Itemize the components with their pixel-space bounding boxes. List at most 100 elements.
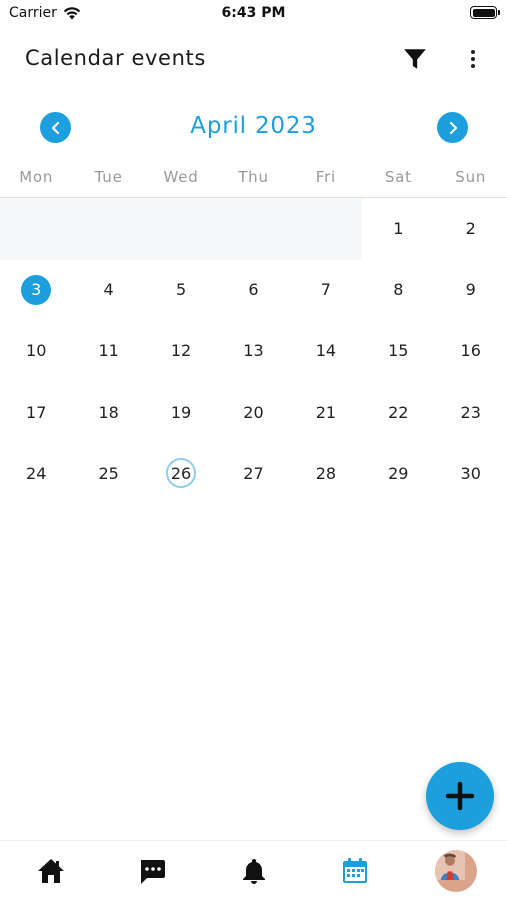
day-number: 5 bbox=[175, 280, 187, 300]
empty-day-cell bbox=[145, 198, 217, 259]
weekday-label: Fri bbox=[315, 168, 337, 186]
day-cell[interactable]: 5 bbox=[145, 259, 217, 320]
weekday-label: Tue bbox=[94, 168, 123, 186]
day-cell[interactable]: 4 bbox=[72, 259, 144, 320]
nav-messages[interactable] bbox=[101, 841, 202, 900]
calendar-grid: 1 2 3 4 5 6 7 8 9 10 11 12 13 14 15 16 17 18 19 20 21 22 23 24 2… bbox=[0, 198, 507, 504]
day-cell[interactable]: 9 bbox=[435, 259, 507, 320]
weekday-label: Mon bbox=[19, 168, 54, 186]
day-cell[interactable]: 6 bbox=[217, 259, 289, 320]
weekday-label: Sat bbox=[384, 168, 412, 186]
day-number: 4 bbox=[103, 280, 114, 300]
day-number: 1 bbox=[393, 219, 404, 239]
month-navigation: April 2023 bbox=[0, 110, 507, 146]
day-cell[interactable]: 21 bbox=[290, 382, 362, 443]
day-cell[interactable]: 13 bbox=[217, 320, 289, 381]
day-cell[interactable]: 24 bbox=[0, 443, 72, 504]
day-number: 22 bbox=[388, 402, 409, 422]
more-options-button[interactable] bbox=[461, 46, 485, 72]
day-number: 16 bbox=[460, 341, 481, 361]
day-number: 27 bbox=[243, 463, 264, 483]
nav-home[interactable] bbox=[0, 841, 101, 900]
app-bar: Calendar events bbox=[0, 38, 507, 82]
day-number: 30 bbox=[460, 463, 481, 483]
day-number: 7 bbox=[320, 280, 331, 300]
day-number: 23 bbox=[460, 402, 481, 422]
day-cell[interactable]: 25 bbox=[72, 443, 144, 504]
battery-icon bbox=[470, 6, 500, 19]
day-cell[interactable]: 26 bbox=[145, 443, 217, 504]
status-bar: Carrier 6:43 PM bbox=[0, 0, 507, 28]
day-number: 3 bbox=[21, 274, 52, 305]
day-cell[interactable]: 3 bbox=[0, 259, 72, 320]
day-cell[interactable]: 10 bbox=[0, 320, 72, 381]
day-cell[interactable]: 27 bbox=[217, 443, 289, 504]
day-cell[interactable]: 12 bbox=[145, 320, 217, 381]
day-number: 11 bbox=[98, 341, 119, 361]
week-row: 12 bbox=[0, 198, 507, 259]
calendar-icon bbox=[342, 857, 367, 883]
day-cell[interactable]: 16 bbox=[435, 320, 507, 381]
plus-icon bbox=[445, 781, 475, 811]
add-event-button[interactable] bbox=[426, 762, 494, 830]
page-title: Calendar events bbox=[25, 46, 206, 70]
day-number: 25 bbox=[98, 463, 119, 483]
day-cell[interactable]: 17 bbox=[0, 382, 72, 443]
day-number: 29 bbox=[388, 463, 409, 483]
day-cell[interactable]: 15 bbox=[362, 320, 434, 381]
empty-day-cell bbox=[72, 198, 144, 259]
day-number: 2 bbox=[465, 219, 476, 239]
day-number: 18 bbox=[98, 402, 119, 422]
empty-day-cell bbox=[290, 198, 362, 259]
weekday-header: Mon Tue Wed Thu Fri Sat Sun bbox=[0, 168, 507, 190]
day-cell[interactable]: 23 bbox=[435, 382, 507, 443]
day-cell[interactable]: 22 bbox=[362, 382, 434, 443]
day-cell[interactable]: 29 bbox=[362, 443, 434, 504]
day-number: 9 bbox=[465, 280, 476, 300]
nav-notifications[interactable] bbox=[203, 841, 304, 900]
day-number: 8 bbox=[393, 280, 404, 300]
day-number: 28 bbox=[315, 463, 337, 483]
day-cell[interactable]: 1 bbox=[362, 198, 434, 259]
nav-calendar[interactable] bbox=[304, 841, 405, 900]
week-row: 3 4 5 6 7 8 9 bbox=[0, 259, 507, 320]
bottom-navigation bbox=[0, 840, 507, 900]
empty-day-cell bbox=[0, 198, 72, 259]
day-number: 6 bbox=[248, 280, 259, 300]
day-number: 19 bbox=[170, 402, 192, 422]
week-row: 10 11 12 13 14 15 16 bbox=[0, 320, 507, 381]
clock: 6:43 PM bbox=[221, 5, 286, 21]
day-cell[interactable]: 20 bbox=[217, 382, 289, 443]
day-cell[interactable]: 2 bbox=[435, 198, 507, 259]
day-number: 24 bbox=[26, 463, 47, 483]
more-vert-icon bbox=[471, 50, 475, 54]
day-cell[interactable]: 18 bbox=[72, 382, 144, 443]
day-cell[interactable]: 28 bbox=[290, 443, 362, 504]
avatar bbox=[435, 849, 478, 892]
day-cell[interactable]: 7 bbox=[290, 259, 362, 320]
day-number: 26 bbox=[166, 458, 197, 489]
day-cell[interactable]: 11 bbox=[72, 320, 144, 381]
day-number: 17 bbox=[26, 402, 47, 422]
day-number: 12 bbox=[170, 341, 192, 361]
next-month-button[interactable] bbox=[437, 112, 468, 143]
week-row: 24 25 26 27 28 29 30 bbox=[0, 443, 507, 504]
day-number: 15 bbox=[388, 341, 409, 361]
day-number: 14 bbox=[315, 341, 337, 361]
day-cell[interactable]: 30 bbox=[435, 443, 507, 504]
filter-button[interactable] bbox=[402, 46, 428, 72]
month-label: April 2023 bbox=[190, 113, 317, 139]
weekday-label: Wed bbox=[163, 168, 199, 186]
day-cell[interactable]: 14 bbox=[290, 320, 362, 381]
day-number: 20 bbox=[243, 402, 264, 422]
day-number: 13 bbox=[243, 341, 264, 361]
home-icon bbox=[37, 858, 64, 883]
nav-profile[interactable] bbox=[406, 841, 507, 900]
weekday-label: Thu bbox=[238, 168, 269, 186]
day-cell[interactable]: 8 bbox=[362, 259, 434, 320]
day-number: 10 bbox=[26, 341, 47, 361]
chevron-right-icon bbox=[449, 121, 457, 134]
day-cell[interactable]: 19 bbox=[145, 382, 217, 443]
bell-icon bbox=[242, 858, 265, 884]
empty-day-cell bbox=[217, 198, 289, 259]
